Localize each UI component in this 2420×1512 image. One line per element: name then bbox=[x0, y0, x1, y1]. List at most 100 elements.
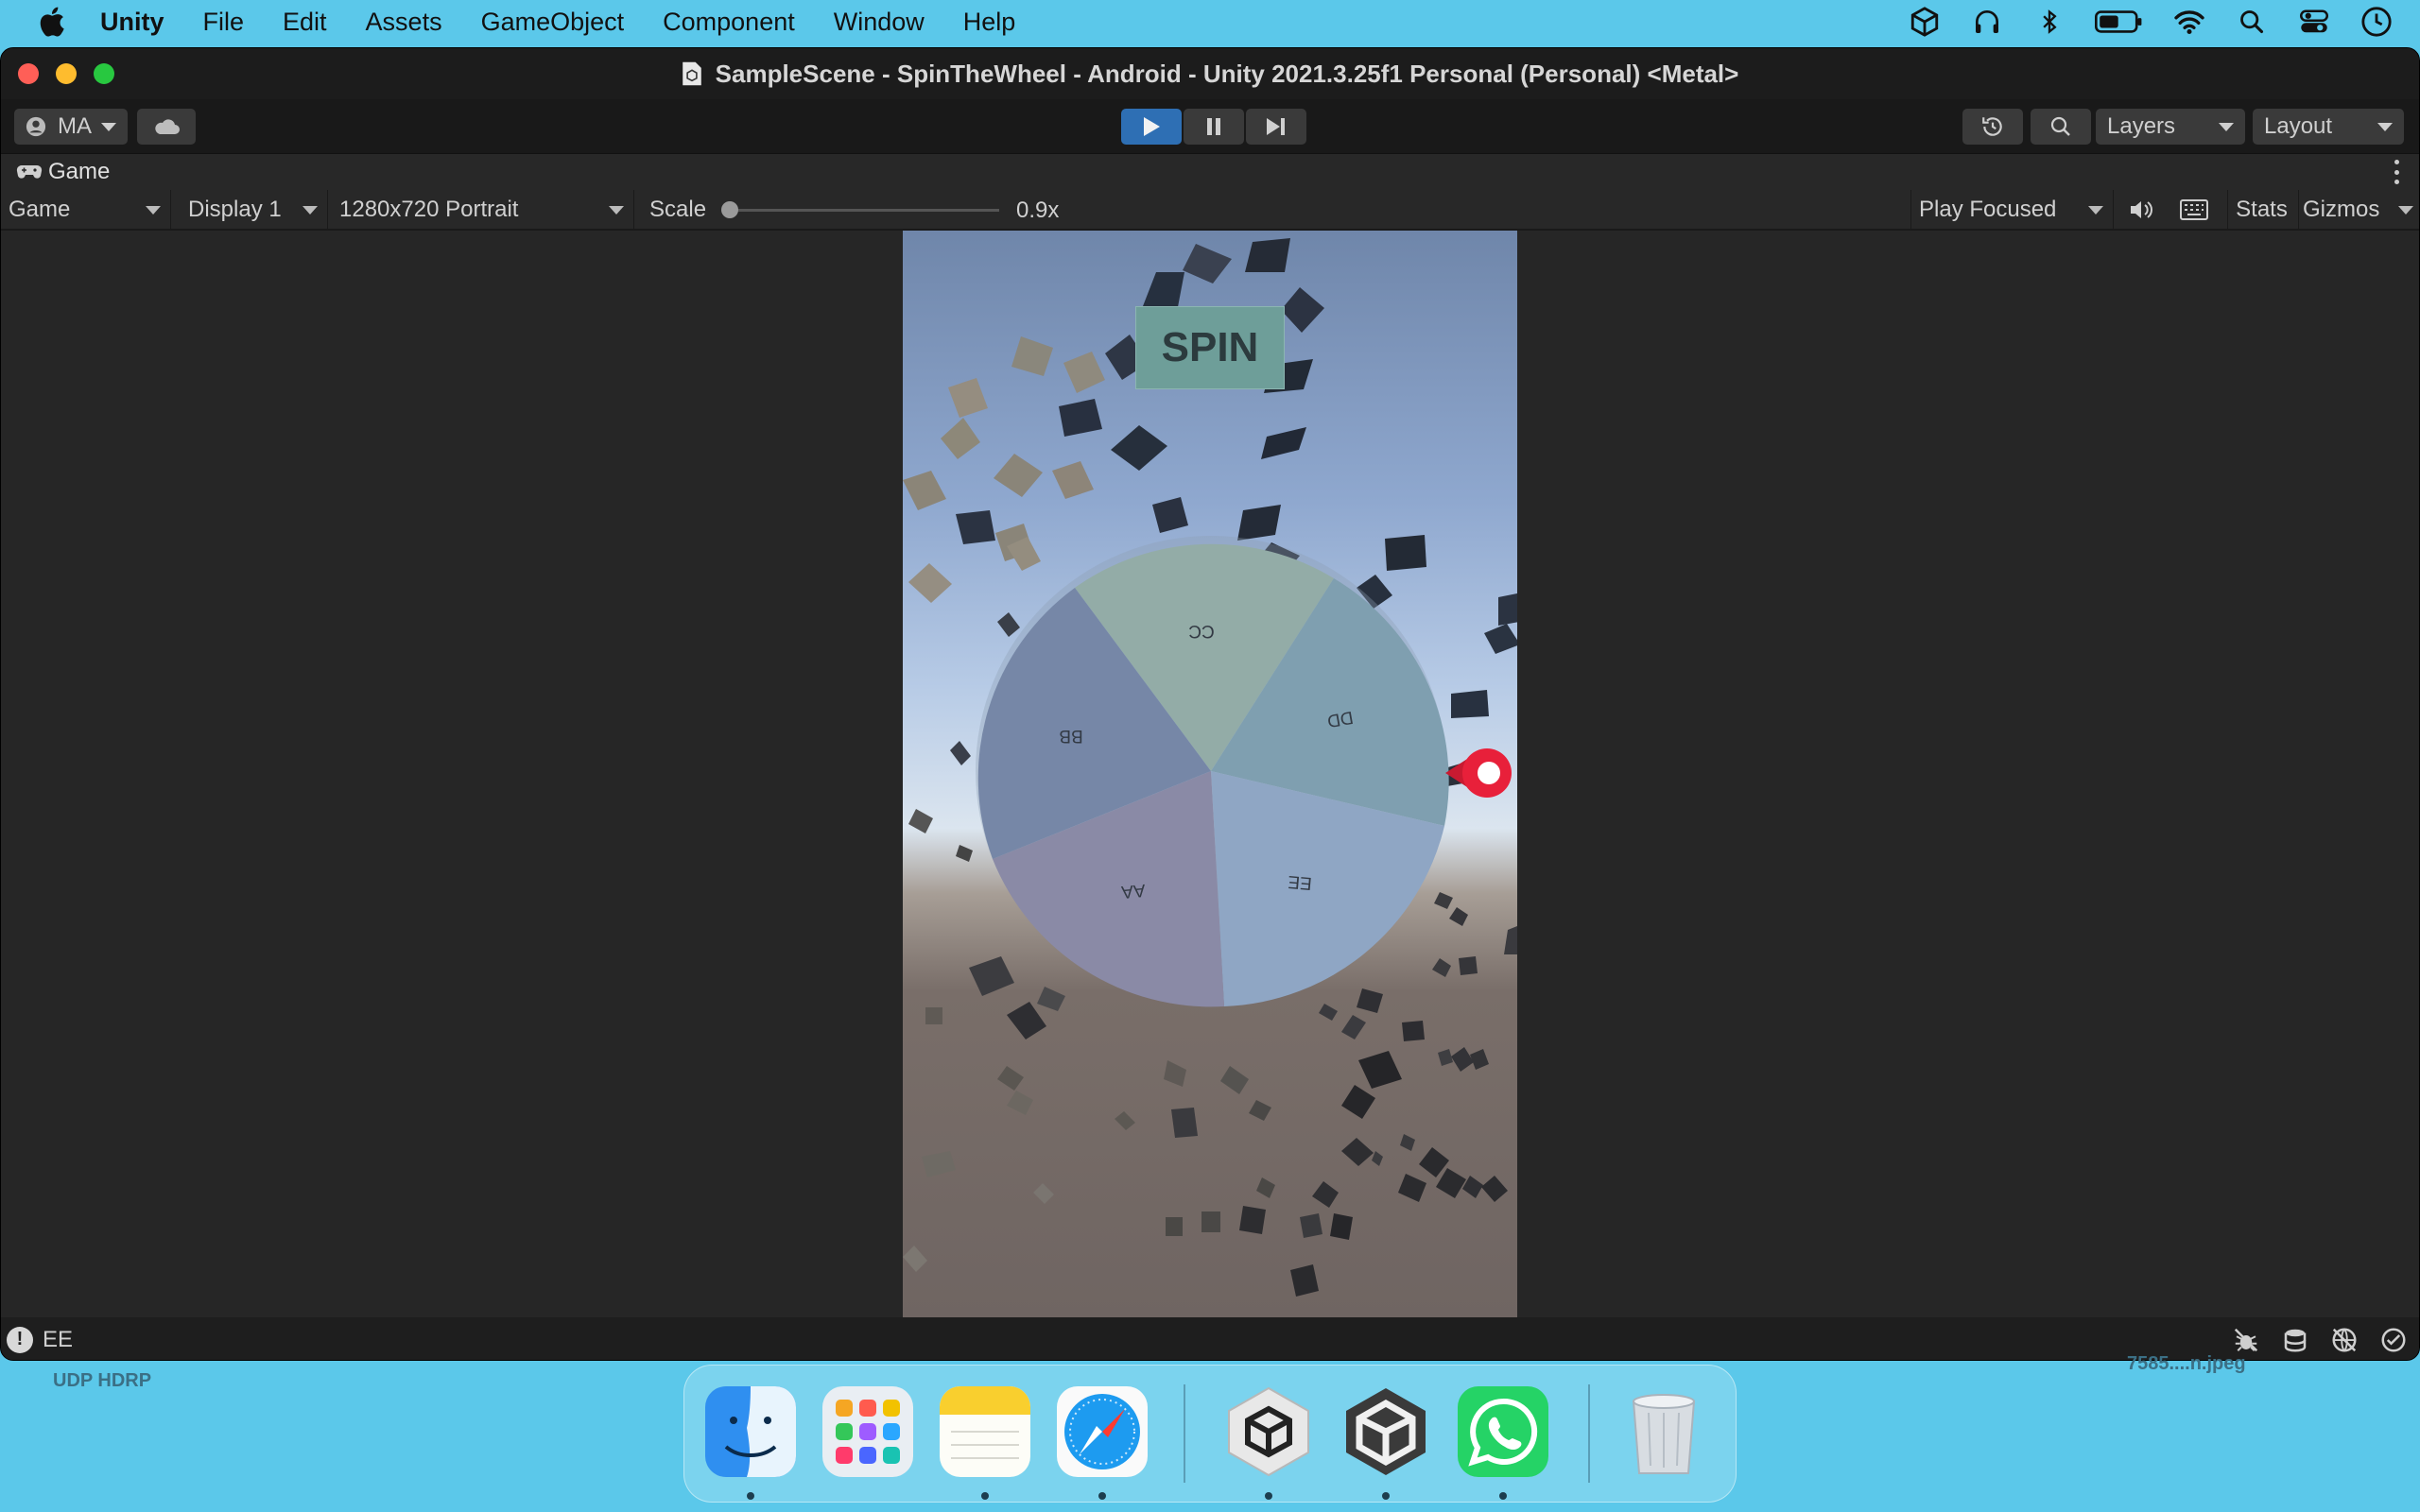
layout-dropdown[interactable]: Layout bbox=[2253, 109, 2404, 145]
wheel-label-cc: CC bbox=[1188, 621, 1214, 641]
console-info-icon[interactable]: ! bbox=[7, 1326, 33, 1353]
account-dropdown[interactable]: MA bbox=[14, 109, 128, 145]
chevron-down-icon bbox=[146, 205, 161, 215]
unity-hub-icon[interactable] bbox=[1219, 1383, 1318, 1481]
scene-document-icon bbox=[682, 61, 701, 86]
network-off-icon[interactable] bbox=[2330, 1326, 2359, 1354]
menu-gameobject[interactable]: GameObject bbox=[481, 8, 625, 37]
window-titlebar: SampleScene - SpinTheWheel - Android - U… bbox=[1, 48, 2419, 99]
view-mode-dropdown[interactable]: Game bbox=[1, 190, 171, 230]
debug-bug-icon[interactable] bbox=[2232, 1326, 2260, 1354]
menu-file[interactable]: File bbox=[203, 8, 245, 37]
unity-editor-icon[interactable] bbox=[1337, 1383, 1435, 1481]
pause-button[interactable] bbox=[1184, 109, 1244, 145]
play-mode-dropdown[interactable]: Play Focused bbox=[1910, 190, 2114, 230]
close-button[interactable] bbox=[18, 63, 39, 84]
game-view-toolbar: Game Display 1 1280x720 Portrait Scale 0… bbox=[1, 190, 2419, 230]
view-mode-label: Game bbox=[9, 197, 71, 222]
prize-wheel[interactable]: CC DD EE AA BB bbox=[976, 536, 1449, 1007]
keyboard-shortcuts-button[interactable] bbox=[2170, 190, 2218, 230]
panel-tabbar: Game bbox=[1, 154, 2419, 190]
cloud-icon bbox=[155, 119, 180, 134]
unity-editor-window: SampleScene - SpinTheWheel - Android - U… bbox=[0, 47, 2420, 1361]
console-last-message[interactable]: EE bbox=[43, 1327, 73, 1353]
tab-game-label: Game bbox=[48, 159, 111, 184]
play-button[interactable] bbox=[1121, 109, 1182, 145]
desktop-file-label[interactable]: 7585....n.jpeg bbox=[2127, 1353, 2246, 1375]
notes-icon[interactable] bbox=[936, 1383, 1034, 1481]
panel-menu-icon[interactable] bbox=[2394, 160, 2400, 184]
stats-button[interactable]: Stats bbox=[2227, 190, 2295, 230]
trash-icon[interactable] bbox=[1615, 1383, 1713, 1481]
display-dropdown[interactable]: Display 1 bbox=[175, 190, 328, 230]
keyboard-icon bbox=[2180, 199, 2208, 220]
dock-separator bbox=[1588, 1384, 1590, 1483]
account-label: MA bbox=[58, 113, 92, 139]
tab-game[interactable]: Game bbox=[16, 159, 110, 185]
gizmos-dropdown[interactable]: Gizmos bbox=[2298, 190, 2419, 230]
chevron-down-icon bbox=[609, 205, 624, 215]
stats-label: Stats bbox=[2236, 197, 2288, 222]
account-icon bbox=[26, 116, 46, 137]
unity-status-icon[interactable] bbox=[1906, 3, 1944, 41]
layers-dropdown[interactable]: Layers bbox=[2096, 109, 2245, 145]
battery-icon[interactable] bbox=[2093, 3, 2146, 41]
menu-bar: Unity File Edit Assets GameObject Compon… bbox=[0, 0, 2420, 43]
bluetooth-icon[interactable] bbox=[2031, 3, 2068, 41]
play-mode-label: Play Focused bbox=[1919, 197, 2057, 222]
menu-window[interactable]: Window bbox=[834, 8, 925, 37]
layers-label: Layers bbox=[2107, 113, 2176, 139]
launchpad-icon[interactable] bbox=[819, 1383, 917, 1481]
chevron-down-icon bbox=[302, 205, 318, 215]
safari-icon[interactable] bbox=[1053, 1383, 1151, 1481]
step-button[interactable] bbox=[1246, 109, 1306, 145]
control-center-icon[interactable] bbox=[2295, 3, 2333, 41]
undo-history-button[interactable] bbox=[1962, 109, 2023, 145]
scale-slider-track[interactable] bbox=[725, 209, 999, 212]
dock-running-indicator bbox=[747, 1492, 754, 1500]
headphones-icon[interactable] bbox=[1968, 3, 2006, 41]
gamepad-icon bbox=[16, 164, 43, 179]
whatsapp-icon[interactable] bbox=[1454, 1383, 1552, 1481]
menu-component[interactable]: Component bbox=[663, 8, 795, 37]
wifi-icon[interactable] bbox=[2170, 3, 2208, 41]
dock bbox=[683, 1365, 1737, 1503]
cache-server-icon[interactable] bbox=[2281, 1326, 2309, 1354]
step-icon bbox=[1267, 118, 1285, 135]
menu-app-name[interactable]: Unity bbox=[100, 8, 164, 37]
history-icon bbox=[1982, 117, 2002, 136]
gizmos-label: Gizmos bbox=[2303, 197, 2380, 222]
window-title-text: SampleScene - SpinTheWheel - Android - U… bbox=[715, 59, 1739, 88]
main-toolbar: MA Layers Layout bbox=[1, 99, 2419, 154]
search-button[interactable] bbox=[2031, 109, 2091, 145]
resolution-dropdown[interactable]: 1280x720 Portrait bbox=[332, 190, 634, 230]
window-title: SampleScene - SpinTheWheel - Android - U… bbox=[682, 59, 1739, 89]
dock-running-indicator bbox=[1499, 1492, 1507, 1500]
spotlight-search-icon[interactable] bbox=[2233, 3, 2271, 41]
chevron-down-icon bbox=[2219, 122, 2234, 131]
progress-check-icon[interactable] bbox=[2379, 1326, 2408, 1354]
mute-audio-button[interactable] bbox=[2123, 190, 2161, 230]
game-viewport[interactable]: CC DD EE AA BB SPIN bbox=[1, 231, 2419, 1317]
dock-separator bbox=[1184, 1384, 1185, 1483]
minimize-button[interactable] bbox=[56, 63, 77, 84]
desktop-item-label[interactable]: UDP HDRP bbox=[53, 1370, 151, 1392]
wheel-label-bb: BB bbox=[1059, 726, 1082, 746]
scale-label: Scale bbox=[649, 197, 707, 222]
spin-button[interactable]: SPIN bbox=[1135, 306, 1285, 389]
status-bar: ! EE bbox=[1, 1317, 2419, 1360]
chevron-down-icon bbox=[2398, 205, 2413, 215]
cloud-button[interactable] bbox=[137, 109, 196, 145]
menu-help[interactable]: Help bbox=[963, 8, 1016, 37]
apple-icon[interactable] bbox=[34, 3, 72, 41]
menu-edit[interactable]: Edit bbox=[283, 8, 327, 37]
status-menu-icons bbox=[1906, 0, 2420, 43]
scale-slider-handle[interactable] bbox=[721, 201, 738, 218]
layout-label: Layout bbox=[2264, 113, 2333, 139]
chevron-down-icon bbox=[101, 122, 116, 131]
zoom-button[interactable] bbox=[94, 63, 114, 84]
game-render[interactable]: CC DD EE AA BB SPIN bbox=[903, 231, 1517, 1317]
finder-icon[interactable] bbox=[701, 1383, 800, 1481]
clock-icon[interactable] bbox=[2358, 3, 2395, 41]
menu-assets[interactable]: Assets bbox=[366, 8, 442, 37]
